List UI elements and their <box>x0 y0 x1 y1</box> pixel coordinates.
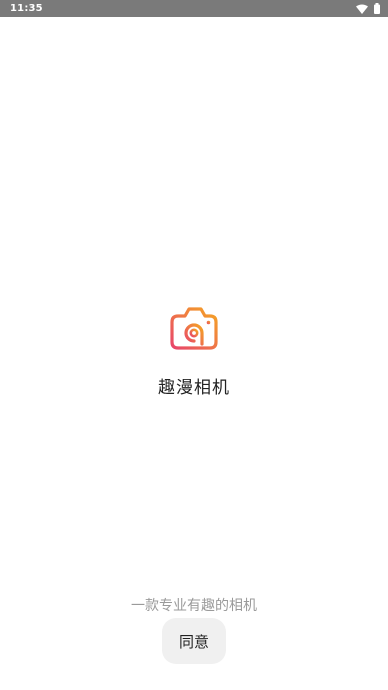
camera-logo-icon <box>168 307 220 353</box>
app-tagline: 一款专业有趣的相机 <box>131 598 257 614</box>
battery-icon <box>374 3 380 14</box>
status-icons <box>356 3 380 14</box>
agree-button[interactable]: 同意 <box>162 618 226 664</box>
status-time: 11:35 <box>10 3 43 14</box>
status-bar: 11:35 <box>0 0 388 17</box>
app-name: 趣漫相机 <box>158 378 230 398</box>
wifi-icon <box>356 4 368 14</box>
splash-screen: 11:35 趣漫相机 一款专业有趣的相机 同意 <box>0 0 388 690</box>
